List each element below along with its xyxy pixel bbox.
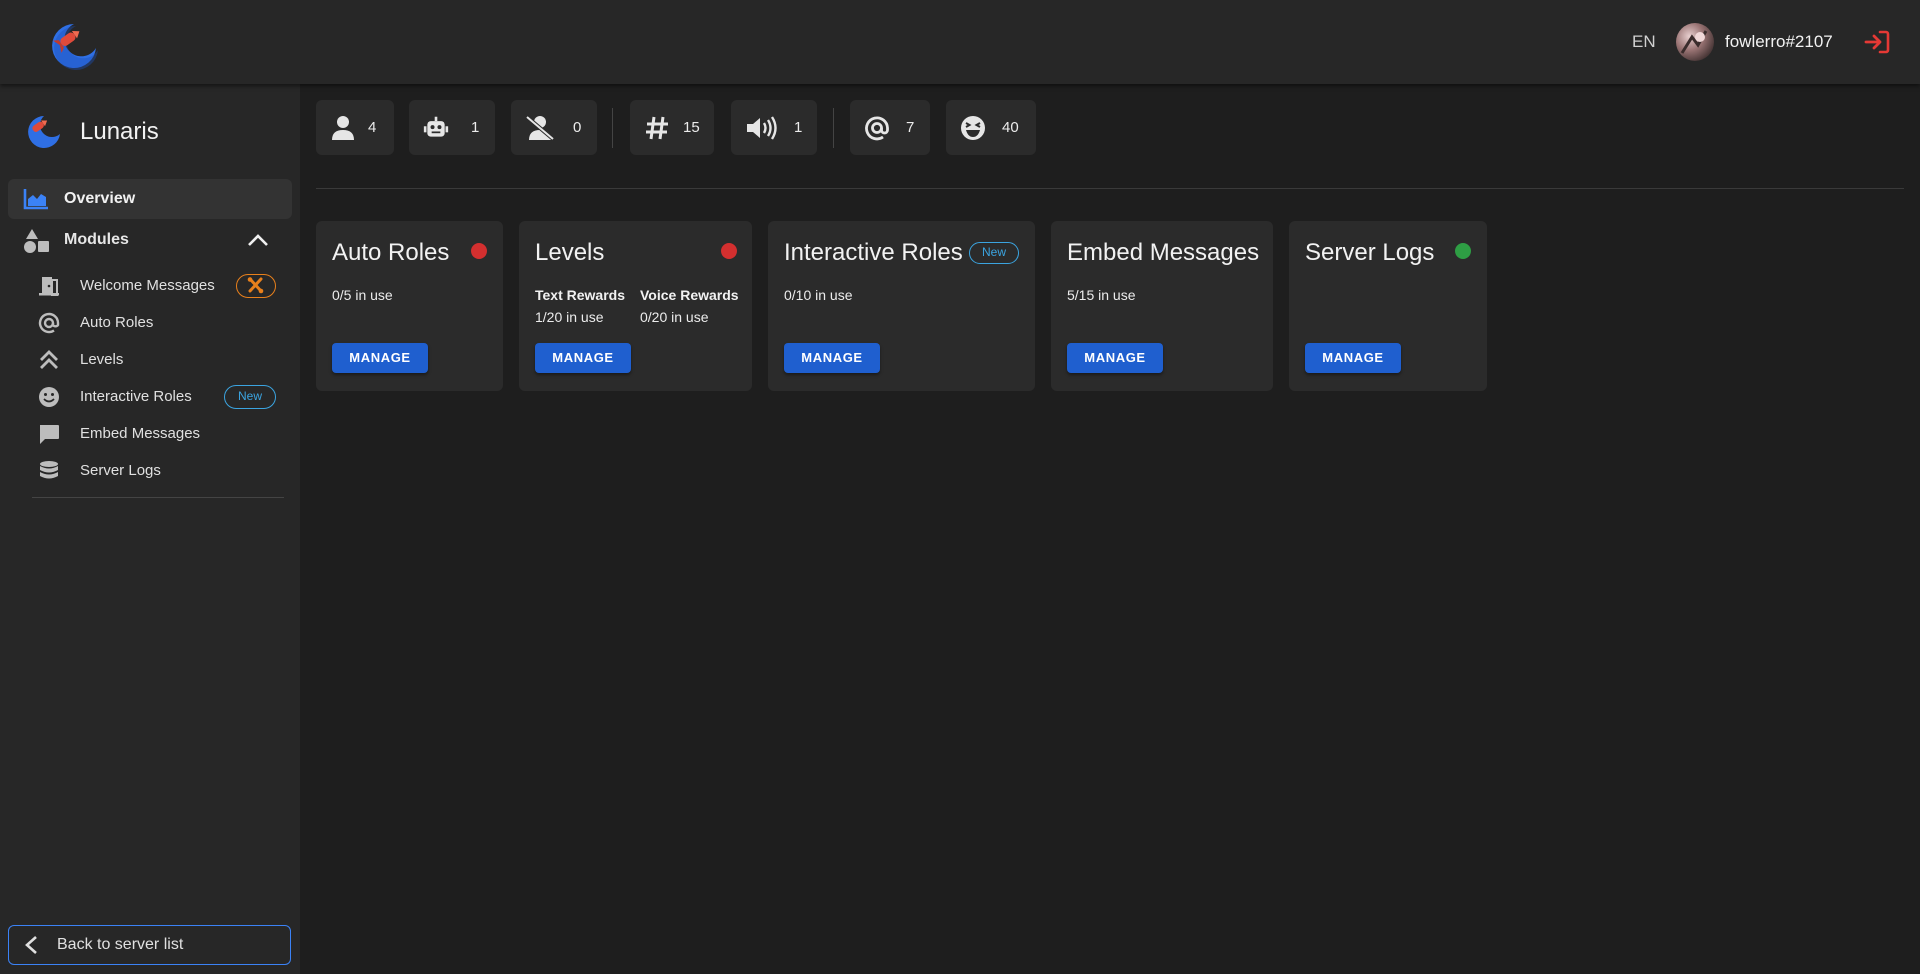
module-card-auto-roles: Auto Roles 0/5 in use MANAGE: [316, 221, 503, 391]
double-chevron-up-icon: [40, 350, 58, 369]
text-rewards-label: Text Rewards: [535, 287, 625, 303]
at-icon: [38, 312, 60, 334]
stats-divider: [612, 108, 613, 148]
stat-value: 1: [794, 119, 803, 136]
shapes-icon: [24, 229, 49, 253]
stat-text-channels: 15: [630, 100, 714, 155]
sidebar-item-levels[interactable]: Levels: [30, 343, 290, 375]
at-icon: [865, 116, 889, 141]
content-divider: [316, 188, 1904, 189]
chevron-left-icon: [25, 936, 37, 954]
top-bar: EN fowlerro#2107: [0, 0, 1920, 84]
smile-icon: [39, 387, 59, 407]
door-open-icon: [39, 277, 59, 296]
stat-voice-channels: 1: [731, 100, 817, 155]
stat-members: 4: [316, 100, 394, 155]
back-button-label: Back to server list: [57, 936, 184, 953]
status-indicator: [471, 243, 487, 259]
stat-emojis: 40: [946, 100, 1036, 155]
manage-button[interactable]: MANAGE: [1067, 343, 1163, 373]
chart-area-icon: [23, 189, 48, 210]
card-usage: 5/15 in use: [1067, 287, 1136, 303]
stat-value: 0: [573, 119, 582, 136]
username[interactable]: fowlerro#2107: [1725, 32, 1833, 52]
module-card-interactive-roles: Interactive Roles New 0/10 in use MANAGE: [768, 221, 1035, 391]
card-usage: 0/5 in use: [332, 287, 393, 303]
manage-button[interactable]: MANAGE: [784, 343, 880, 373]
robot-icon: [423, 116, 449, 137]
sidebar-item-label: Modules: [64, 231, 129, 248]
sidebar-item-label: Welcome Messages: [80, 277, 215, 294]
language-selector[interactable]: EN: [1632, 32, 1656, 52]
avatar[interactable]: [1676, 23, 1714, 61]
sidebar-item-label: Auto Roles: [80, 314, 154, 331]
sidebar-item-modules[interactable]: Modules: [8, 220, 292, 260]
volume-icon: [747, 116, 777, 140]
module-card-server-logs: Server Logs MANAGE: [1289, 221, 1487, 391]
laugh-emoji-icon: [961, 116, 985, 140]
module-card-embed-messages: Embed Messages 5/15 in use MANAGE: [1051, 221, 1273, 391]
status-indicator: [721, 243, 737, 259]
server-name: Lunaris: [80, 118, 159, 145]
new-badge: New: [969, 242, 1019, 264]
sidebar-item-overview[interactable]: Overview: [8, 179, 292, 219]
app-logo-icon[interactable]: [44, 18, 100, 70]
text-rewards-usage: 1/20 in use: [535, 309, 604, 325]
sidebar-item-label: Embed Messages: [80, 425, 201, 442]
stat-value: 40: [1002, 119, 1019, 136]
hashtag-icon: [646, 116, 668, 140]
manage-button[interactable]: MANAGE: [535, 343, 631, 373]
stat-roles: 7: [850, 100, 930, 155]
sidebar-item-interactive-roles[interactable]: Interactive Roles New: [30, 380, 290, 412]
sidebar-item-label: Overview: [64, 190, 136, 207]
database-icon: [40, 461, 58, 479]
card-title: Levels: [535, 239, 605, 266]
voice-rewards-usage: 0/20 in use: [640, 309, 709, 325]
card-title: Auto Roles: [332, 239, 450, 266]
user-slash-icon: [525, 115, 555, 141]
stat-bots: 1: [409, 100, 495, 155]
module-card-levels: Levels Text Rewards 1/20 in use Voice Re…: [519, 221, 752, 391]
chat-bubble-icon: [40, 425, 59, 444]
sidebar-item-embed-messages[interactable]: Embed Messages: [30, 417, 290, 449]
stats-divider: [833, 108, 834, 148]
sidebar-item-label: Levels: [80, 351, 124, 368]
sidebar-item-welcome-messages[interactable]: Welcome Messages: [30, 269, 290, 301]
card-title: Interactive Roles: [784, 239, 963, 266]
tools-icon: [247, 277, 264, 294]
sidebar-item-label: Interactive Roles: [80, 388, 192, 405]
status-indicator: [1455, 243, 1471, 259]
stat-value: 7: [906, 119, 915, 136]
back-to-server-list-button[interactable]: Back to server list: [8, 925, 291, 965]
stat-value: 15: [683, 119, 700, 136]
stat-offline: 0: [511, 100, 597, 155]
sidebar-item-label: Server Logs: [80, 462, 161, 479]
new-badge: New: [224, 385, 276, 409]
manage-button[interactable]: MANAGE: [1305, 343, 1401, 373]
stat-value: 1: [471, 119, 480, 136]
card-title: Embed Messages: [1067, 239, 1260, 266]
voice-rewards-label: Voice Rewards: [640, 287, 739, 303]
sidebar-divider: [32, 497, 284, 498]
stat-value: 4: [368, 119, 377, 136]
sidebar-item-auto-roles[interactable]: Auto Roles: [30, 306, 290, 338]
user-icon: [332, 116, 354, 140]
card-title: Server Logs: [1305, 239, 1435, 266]
manage-button[interactable]: MANAGE: [332, 343, 428, 373]
card-usage: 0/10 in use: [784, 287, 853, 303]
chevron-up-icon[interactable]: [246, 230, 270, 250]
logout-icon[interactable]: [1864, 30, 1890, 54]
server-icon: [28, 116, 60, 148]
maintenance-badge: [236, 274, 276, 298]
sidebar-item-server-logs[interactable]: Server Logs: [30, 454, 290, 486]
